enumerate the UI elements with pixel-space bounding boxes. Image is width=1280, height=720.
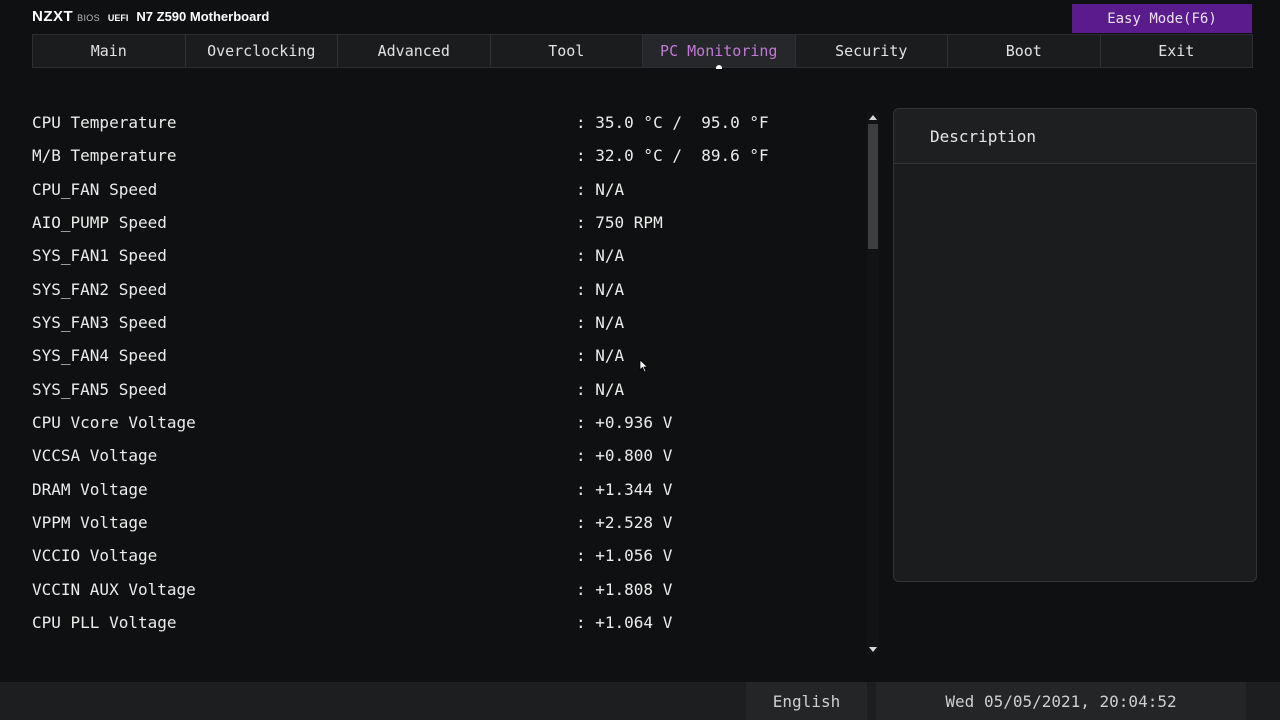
chevron-up-icon[interactable] bbox=[869, 115, 877, 120]
tab-pc-monitoring[interactable]: PC Monitoring bbox=[643, 35, 796, 69]
monitor-label: SYS_FAN5 Speed bbox=[32, 379, 167, 399]
mouse-pointer-icon bbox=[639, 359, 649, 373]
monitor-value: : 35.0 °C / 95.0 °F bbox=[576, 113, 769, 132]
tab-boot[interactable]: Boot bbox=[948, 35, 1101, 67]
monitor-row-cpu-fan-speed[interactable]: CPU_FAN Speed : N/A bbox=[32, 173, 852, 206]
tab-advanced[interactable]: Advanced bbox=[338, 35, 491, 67]
easy-mode-button[interactable]: Easy Mode(F6) bbox=[1072, 4, 1252, 33]
uefi-label: UEFI bbox=[107, 13, 129, 23]
monitor-value: : +0.800 V bbox=[576, 446, 673, 466]
monitor-value: : +0.936 V bbox=[576, 413, 673, 433]
monitor-label: SYS_FAN2 Speed bbox=[32, 279, 167, 299]
monitoring-list: CPU Temperature : 35.0 °C / 95.0 °F M/B T… bbox=[32, 106, 852, 640]
monitor-value: : 750 RPM bbox=[576, 213, 663, 233]
monitor-value: : +1.064 V bbox=[576, 613, 673, 633]
monitor-row-cpu-pll-voltage[interactable]: CPU PLL Voltage : +1.064 V bbox=[32, 606, 852, 639]
description-title: Description bbox=[894, 109, 1256, 164]
monitor-label: CPU PLL Voltage bbox=[32, 613, 177, 633]
brand-header: NZXT BIOS UEFI N7 Z590 Motherboard bbox=[32, 8, 269, 28]
monitor-label: VCCIO Voltage bbox=[32, 546, 158, 566]
monitor-value: : +1.808 V bbox=[576, 579, 673, 599]
monitor-label: SYS_FAN3 Speed bbox=[32, 313, 167, 333]
monitor-value: : N/A bbox=[576, 379, 625, 399]
monitor-label: AIO_PUMP Speed bbox=[32, 213, 167, 233]
status-bar: English Wed 05/05/2021, 20:04:52 bbox=[0, 682, 1280, 720]
monitor-row-sys-fan1-speed[interactable]: SYS_FAN1 Speed : N/A bbox=[32, 239, 852, 272]
monitor-row-cpu-vcore-voltage[interactable]: CPU Vcore Voltage : +0.936 V bbox=[32, 406, 852, 439]
monitor-label: SYS_FAN4 Speed bbox=[32, 346, 167, 366]
monitor-value: : N/A bbox=[576, 246, 625, 266]
monitor-label: VCCIN AUX Voltage bbox=[32, 579, 196, 599]
monitor-value: : +2.528 V bbox=[576, 513, 673, 533]
scrollbar-thumb[interactable] bbox=[868, 124, 878, 249]
monitor-value: : +1.344 V bbox=[576, 479, 673, 499]
monitor-row-mb-temperature[interactable]: M/B Temperature : 32.0 °C / 89.6 °F bbox=[32, 139, 852, 172]
main-tab-bar: Main Overclocking Advanced Tool PC Monit… bbox=[32, 34, 1253, 69]
monitor-row-dram-voltage[interactable]: DRAM Voltage : +1.344 V bbox=[32, 473, 852, 506]
tab-tool[interactable]: Tool bbox=[491, 35, 643, 67]
tab-security[interactable]: Security bbox=[796, 35, 948, 67]
monitor-label: M/B Temperature bbox=[32, 146, 177, 166]
date-time-display: Wed 05/05/2021, 20:04:52 bbox=[876, 682, 1246, 720]
bios-label: BIOS bbox=[77, 13, 100, 23]
monitor-row-sys-fan5-speed[interactable]: SYS_FAN5 Speed : N/A bbox=[32, 373, 852, 406]
tab-overclocking[interactable]: Overclocking bbox=[186, 35, 338, 67]
monitor-value: : +1.056 V bbox=[576, 546, 673, 566]
nzxt-logo: NZXT bbox=[32, 8, 74, 25]
monitor-label: CPU Temperature bbox=[32, 113, 177, 132]
tab-exit[interactable]: Exit bbox=[1101, 35, 1253, 67]
monitor-row-sys-fan4-speed[interactable]: SYS_FAN4 Speed : N/A bbox=[32, 339, 852, 372]
monitor-label: SYS_FAN1 Speed bbox=[32, 246, 167, 266]
monitor-label: CPU Vcore Voltage bbox=[32, 413, 196, 433]
monitor-row-aio-pump-speed[interactable]: AIO_PUMP Speed : 750 RPM bbox=[32, 206, 852, 239]
monitor-label: VPPM Voltage bbox=[32, 513, 148, 533]
monitor-label: DRAM Voltage bbox=[32, 479, 148, 499]
board-name: N7 Z590 Motherboard bbox=[136, 9, 270, 24]
monitor-label: VCCSA Voltage bbox=[32, 446, 158, 466]
monitor-row-vppm-voltage[interactable]: VPPM Voltage : +2.528 V bbox=[32, 506, 852, 539]
monitor-label: CPU_FAN Speed bbox=[32, 179, 158, 199]
monitor-value: : 32.0 °C / 89.6 °F bbox=[576, 146, 769, 166]
monitor-row-sys-fan3-speed[interactable]: SYS_FAN3 Speed : N/A bbox=[32, 306, 852, 339]
list-scrollbar[interactable] bbox=[867, 112, 879, 655]
monitor-row-vccsa-voltage[interactable]: VCCSA Voltage : +0.800 V bbox=[32, 439, 852, 472]
monitor-value: : N/A bbox=[576, 179, 625, 199]
monitor-value: : N/A bbox=[576, 346, 625, 366]
monitor-row-vccin-aux-voltage[interactable]: VCCIN AUX Voltage : +1.808 V bbox=[32, 573, 852, 606]
language-selector[interactable]: English bbox=[746, 682, 867, 720]
monitor-row-cpu-temperature[interactable]: CPU Temperature : 35.0 °C / 95.0 °F bbox=[32, 106, 852, 139]
chevron-down-icon[interactable] bbox=[869, 647, 877, 652]
monitor-row-sys-fan2-speed[interactable]: SYS_FAN2 Speed : N/A bbox=[32, 273, 852, 306]
monitor-row-vccio-voltage[interactable]: VCCIO Voltage : +1.056 V bbox=[32, 539, 852, 572]
description-panel: Description bbox=[893, 108, 1257, 582]
monitor-value: : N/A bbox=[576, 313, 625, 333]
tab-main[interactable]: Main bbox=[33, 35, 186, 67]
monitor-value: : N/A bbox=[576, 279, 625, 299]
